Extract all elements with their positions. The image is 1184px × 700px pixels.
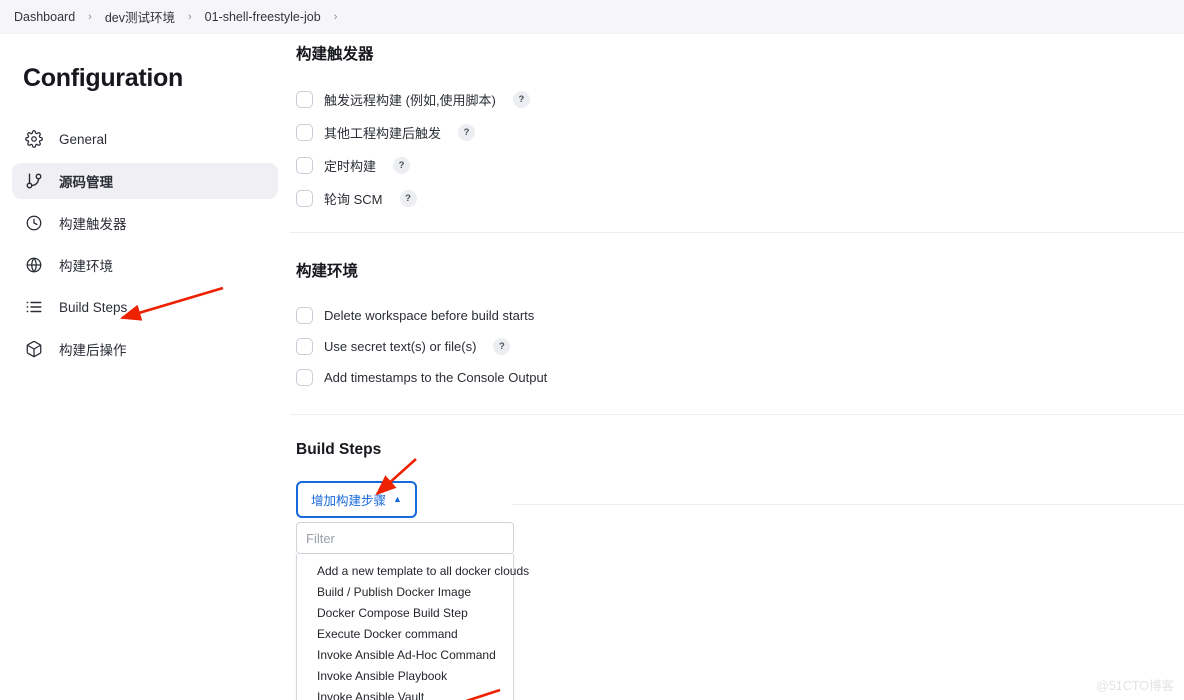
section-title-build-triggers: 构建触发器 — [296, 46, 374, 63]
breadcrumb: Dashboard › dev测试环境 › 01-shell-freestyle… — [0, 0, 1184, 34]
list-item[interactable]: Invoke Ansible Playbook — [297, 665, 513, 686]
section-build-environment: 构建环境 Delete workspace before build start… — [290, 233, 1184, 386]
list-icon — [24, 298, 43, 317]
section-divider — [512, 504, 1184, 505]
help-icon[interactable]: ? — [493, 338, 511, 355]
help-icon[interactable]: ? — [512, 91, 530, 108]
sidebar-item-general[interactable]: General — [12, 121, 278, 157]
checkbox-row-poll-scm: 轮询 SCM ? — [296, 189, 1184, 208]
chevron-up-icon: ▲ — [393, 494, 402, 504]
sidebar-item-label: General — [59, 131, 108, 147]
section-title-build-environment: 构建环境 — [296, 263, 359, 280]
section-build-triggers: 构建触发器 触发远程构建 (例如,使用脚本) ? 其他工程构建后触发 ? 定时构… — [290, 38, 1184, 208]
breadcrumb-item-job[interactable]: 01-shell-freestyle-job — [203, 10, 323, 24]
sidebar-item-build-steps[interactable]: Build Steps — [12, 289, 278, 325]
list-item[interactable]: Docker Compose Build Step — [297, 602, 513, 623]
globe-icon — [24, 256, 43, 275]
breadcrumb-item-dashboard[interactable]: Dashboard — [12, 10, 77, 24]
page-title: Configuration — [23, 64, 183, 92]
section-build-steps: Build Steps 增加构建步骤 ▲ Add a new template … — [290, 415, 1184, 700]
sidebar-item-scm[interactable]: 源码管理 — [12, 163, 278, 199]
breadcrumb-separator-icon: › — [333, 10, 338, 23]
checkbox-label: Use secret text(s) or file(s) — [324, 339, 477, 354]
section-title-build-steps: Build Steps — [296, 441, 382, 458]
sidebar-item-label: 构建后操作 — [59, 343, 127, 358]
checkbox-timer-trigger[interactable] — [296, 157, 313, 174]
add-build-step-button[interactable]: 增加构建步骤 ▲ — [296, 481, 417, 518]
help-icon[interactable]: ? — [399, 190, 417, 207]
list-item[interactable]: Add a new template to all docker clouds — [297, 560, 529, 581]
build-step-options-list: Add a new template to all docker clouds … — [296, 554, 529, 700]
help-icon[interactable]: ? — [458, 124, 476, 141]
breadcrumb-separator-icon: › — [88, 10, 92, 23]
checkbox-label: 轮询 SCM — [324, 192, 383, 207]
package-icon — [24, 340, 43, 359]
checkbox-label: Delete workspace before build starts — [324, 308, 535, 323]
help-icon[interactable]: ? — [393, 157, 411, 174]
watermark: @51CTO博客 — [1096, 679, 1174, 693]
sidebar-item-label: 源码管理 — [59, 175, 113, 190]
sidebar-item-build-triggers[interactable]: 构建触发器 — [12, 205, 278, 241]
add-build-step-label: 增加构建步骤 — [311, 494, 387, 508]
git-branch-icon — [24, 172, 43, 191]
breadcrumb-item-folder[interactable]: dev测试环境 — [103, 7, 177, 26]
checkbox-label: Add timestamps to the Console Output — [324, 370, 548, 385]
checkbox-row-timer-trigger: 定时构建 ? — [296, 156, 1184, 175]
list-item[interactable]: Invoke Ansible Ad-Hoc Command — [297, 644, 513, 665]
gear-icon — [24, 130, 43, 149]
checkbox-row-delete-workspace: Delete workspace before build starts — [296, 307, 1184, 324]
checkbox-label: 其他工程构建后触发 — [324, 126, 442, 141]
checkbox-poll-scm[interactable] — [296, 190, 313, 207]
checkbox-add-timestamps[interactable] — [296, 369, 313, 386]
sidebar-item-post-build-actions[interactable]: 构建后操作 — [12, 331, 278, 367]
checkbox-use-secret[interactable] — [296, 338, 313, 355]
checkbox-delete-workspace[interactable] — [296, 307, 313, 324]
list-item[interactable]: Build / Publish Docker Image — [297, 581, 513, 602]
sidebar-nav: General 源码管理 构建触发器 构建环境 Build Steps 构建后操… — [0, 121, 290, 367]
sidebar-item-label: Build Steps — [59, 299, 128, 315]
checkbox-remote-trigger[interactable] — [296, 91, 313, 108]
list-item[interactable]: Invoke Ansible Vault — [297, 686, 513, 700]
breadcrumb-separator-icon: › — [187, 10, 192, 23]
sidebar-item-build-environment[interactable]: 构建环境 — [12, 247, 278, 283]
main-content: 构建触发器 触发远程构建 (例如,使用脚本) ? 其他工程构建后触发 ? 定时构… — [290, 34, 1184, 700]
clock-icon — [24, 214, 43, 233]
page-body: Configuration General 源码管理 构建触发器 构建环境 Bu… — [0, 34, 1184, 700]
filter-input[interactable] — [296, 522, 514, 554]
list-item[interactable]: Execute Docker command — [297, 623, 513, 644]
sidebar-item-label: 构建环境 — [59, 259, 113, 274]
checkbox-row-remote-trigger: 触发远程构建 (例如,使用脚本) ? — [296, 90, 1184, 109]
checkbox-upstream-trigger[interactable] — [296, 124, 313, 141]
checkbox-row-use-secret: Use secret text(s) or file(s) ? — [296, 338, 1184, 355]
checkbox-label: 定时构建 — [324, 159, 377, 174]
sidebar: Configuration General 源码管理 构建触发器 构建环境 Bu… — [0, 34, 290, 700]
sidebar-item-label: 构建触发器 — [59, 217, 127, 232]
checkbox-row-add-timestamps: Add timestamps to the Console Output — [296, 369, 1184, 386]
add-build-step-dropdown: 增加构建步骤 ▲ Add a new template to all docke… — [296, 481, 529, 700]
checkbox-label: 触发远程构建 (例如,使用脚本) — [324, 93, 496, 108]
checkbox-row-upstream-trigger: 其他工程构建后触发 ? — [296, 123, 1184, 142]
